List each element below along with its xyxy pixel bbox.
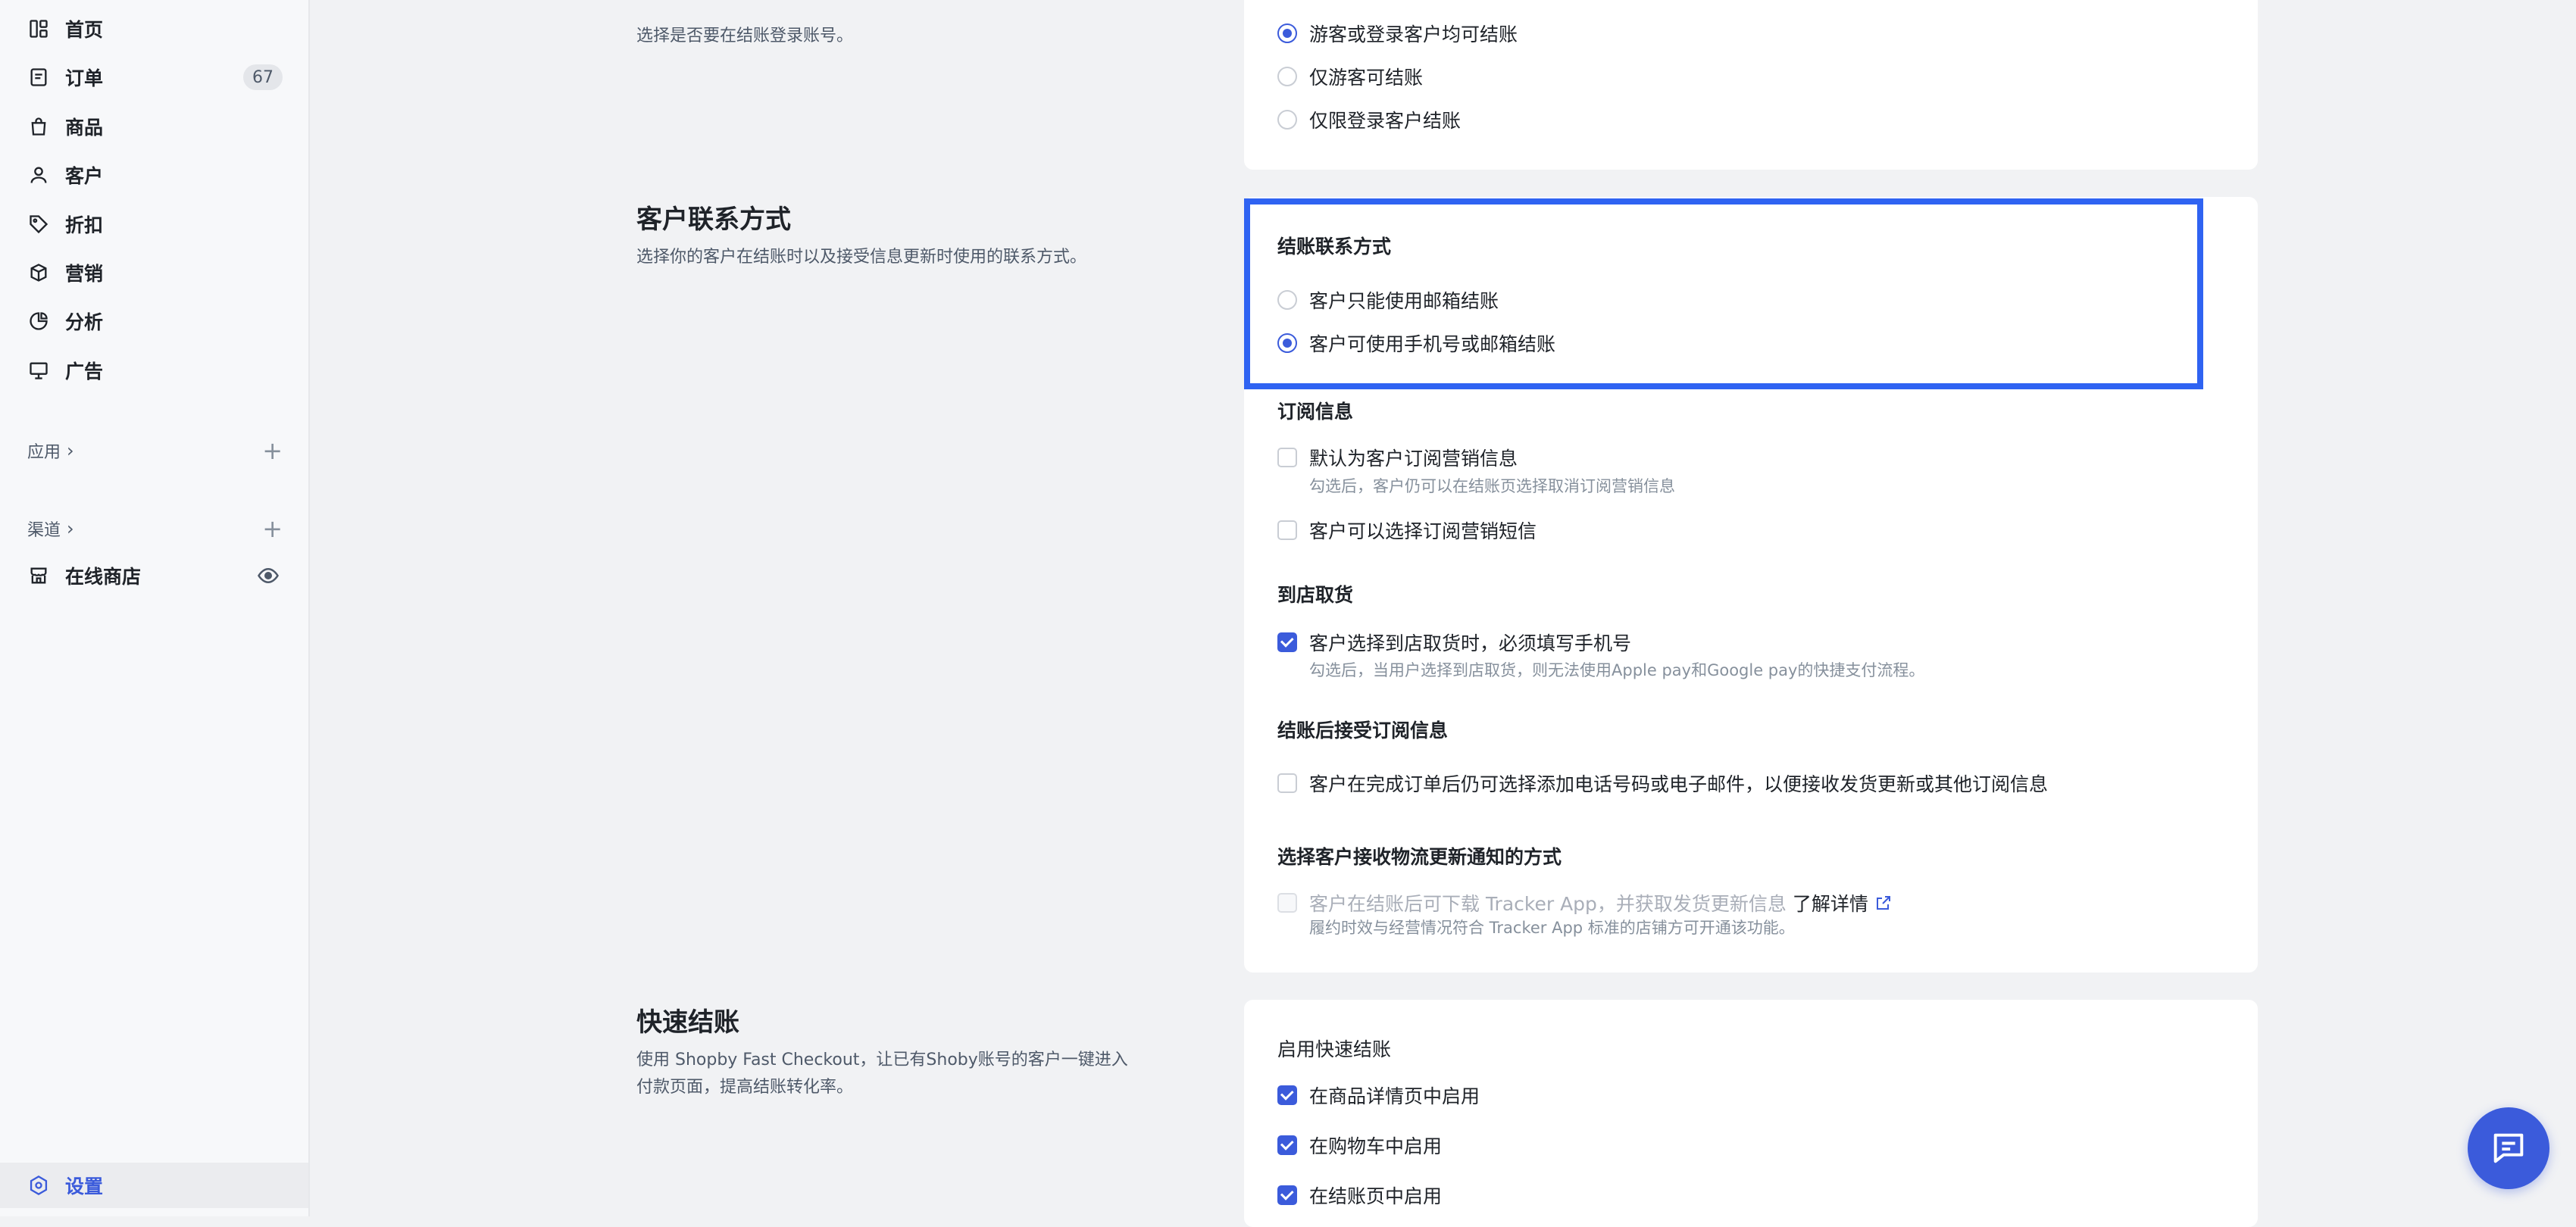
bag-icon bbox=[27, 115, 50, 138]
learn-more-link[interactable]: 了解详情 bbox=[1793, 889, 1893, 916]
home-icon bbox=[27, 17, 50, 40]
apps-section-toggle[interactable]: 应用 › bbox=[27, 439, 74, 463]
app-root: 首页 订单 67 商品 客户 折扣 营销 分析 广告 应用 › + 渠道 › +… bbox=[0, 0, 2576, 1227]
radio-button[interactable] bbox=[1277, 67, 1297, 86]
sidebar-item-online-store[interactable]: 在线商店 bbox=[0, 553, 310, 598]
sidebar-item-analytics[interactable]: 分析 bbox=[0, 298, 310, 344]
subscription-label: 订阅信息 bbox=[1277, 401, 1354, 423]
sidebar-item-discounts[interactable]: 折扣 bbox=[0, 201, 310, 247]
radio-button[interactable] bbox=[1277, 23, 1297, 43]
checkbox[interactable] bbox=[1277, 773, 1297, 793]
account-option-guest-only[interactable]: 仅游客可结账 bbox=[1277, 63, 1423, 90]
account-section-desc: 选择是否要在结账登录账号。 bbox=[636, 27, 854, 45]
sidebar-item-label: 订单 bbox=[65, 67, 104, 89]
chat-icon bbox=[2493, 1133, 2524, 1163]
fast-checkout-cart[interactable]: 在购物车中启用 bbox=[1277, 1132, 1442, 1159]
sidebar-item-marketing[interactable]: 营销 bbox=[0, 250, 310, 295]
sidebar-item-home[interactable]: 首页 bbox=[0, 6, 310, 52]
contact-section-title: 客户联系方式 bbox=[636, 204, 791, 235]
checkbox[interactable] bbox=[1277, 893, 1297, 913]
sidebar-item-label: 客户 bbox=[65, 165, 104, 187]
tag-icon bbox=[27, 213, 50, 236]
order-count-badge: 67 bbox=[243, 64, 283, 90]
contact-section-desc: 选择你的客户在结账时以及接受信息更新时使用的联系方式。 bbox=[636, 248, 1087, 267]
tracking-hint: 履约时效与经营情况符合 Tracker App 标准的店铺方可开通该功能。 bbox=[1309, 919, 1795, 937]
fast-checkout-checkout-page[interactable]: 在结账页中启用 bbox=[1277, 1182, 1442, 1209]
checkbox[interactable] bbox=[1277, 1085, 1297, 1105]
account-option-login-only[interactable]: 仅限登录客户结账 bbox=[1277, 106, 1461, 133]
order-icon bbox=[27, 66, 50, 89]
user-icon bbox=[27, 164, 50, 186]
sidebar-item-label: 广告 bbox=[65, 361, 104, 382]
sidebar-item-label: 商品 bbox=[65, 117, 104, 139]
checkbox[interactable] bbox=[1277, 520, 1297, 540]
pickup-label: 到店取货 bbox=[1277, 584, 1354, 606]
pickup-hint: 勾选后，当用户选择到店取货，则无法使用Apple pay和Google pay的… bbox=[1309, 661, 1925, 679]
apps-section-header: 应用 › + bbox=[27, 436, 283, 466]
fast-checkout-title: 快速结账 bbox=[636, 1007, 739, 1038]
settings-icon bbox=[27, 1174, 50, 1197]
eye-icon[interactable] bbox=[257, 564, 280, 590]
pie-chart-icon bbox=[27, 310, 50, 333]
store-icon bbox=[27, 564, 50, 587]
account-option-guest-or-login[interactable]: 游客或登录客户均可结账 bbox=[1277, 20, 1518, 47]
sidebar-item-products[interactable]: 商品 bbox=[0, 104, 310, 149]
radio-button[interactable] bbox=[1277, 110, 1297, 130]
external-link-icon bbox=[1876, 896, 1890, 910]
sidebar-item-label: 在线商店 bbox=[65, 566, 142, 588]
fast-checkout-desc: 使用 Shopby Fast Checkout，让已有Shoby账号的客户一键进… bbox=[636, 1051, 1128, 1097]
fast-checkout-product-page[interactable]: 在商品详情页中启用 bbox=[1277, 1082, 1480, 1109]
sidebar-item-label: 首页 bbox=[65, 19, 104, 41]
checkbox[interactable] bbox=[1277, 1185, 1297, 1205]
subscription-default-marketing[interactable]: 默认为客户订阅营销信息 bbox=[1277, 444, 1518, 471]
add-channel-icon[interactable]: + bbox=[262, 517, 283, 541]
sidebar-item-orders[interactable]: 订单 67 bbox=[0, 55, 310, 100]
checkbox[interactable] bbox=[1277, 632, 1297, 652]
sidebar-item-settings[interactable]: 设置 bbox=[0, 1163, 308, 1208]
sidebar: 首页 订单 67 商品 客户 折扣 营销 分析 广告 应用 › + 渠道 › +… bbox=[0, 0, 310, 1216]
sidebar-item-label: 设置 bbox=[65, 1175, 104, 1197]
sidebar-item-customers[interactable]: 客户 bbox=[0, 152, 310, 198]
sidebar-item-label: 营销 bbox=[65, 263, 104, 285]
post-checkout-label: 结账后接受订阅信息 bbox=[1277, 720, 1449, 742]
chevron-right-icon: › bbox=[67, 518, 74, 539]
fast-checkout-label: 启用快速结账 bbox=[1277, 1038, 1392, 1060]
checkbox[interactable] bbox=[1277, 1135, 1297, 1155]
sidebar-item-ads[interactable]: 广告 bbox=[0, 348, 310, 393]
channels-section-toggle[interactable]: 渠道 › bbox=[27, 517, 74, 541]
tracking-label: 选择客户接收物流更新通知的方式 bbox=[1277, 846, 1562, 868]
tracking-tracker-app[interactable]: 客户在结账后可下载 Tracker App，并获取发货更新信息 了解详情 bbox=[1277, 889, 1893, 916]
channels-section-header: 渠道 › + bbox=[27, 514, 283, 544]
sidebar-item-label: 折扣 bbox=[65, 214, 104, 236]
pickup-require-phone[interactable]: 客户选择到店取货时，必须填写手机号 bbox=[1277, 629, 1631, 656]
post-checkout-add-contact[interactable]: 客户在完成订单后仍可选择添加电话号码或电子邮件，以便接收发货更新或其他订阅信息 bbox=[1277, 770, 2048, 797]
add-app-icon[interactable]: + bbox=[262, 439, 283, 463]
chat-support-button[interactable] bbox=[2468, 1107, 2549, 1189]
highlight-box bbox=[1244, 198, 2203, 389]
subscription-hint: 勾选后，客户仍可以在结账页选择取消订阅营销信息 bbox=[1309, 477, 1675, 495]
sidebar-item-label: 分析 bbox=[65, 311, 104, 333]
box-icon bbox=[27, 261, 50, 284]
chevron-right-icon: › bbox=[67, 440, 74, 461]
ad-icon bbox=[27, 359, 50, 382]
checkbox[interactable] bbox=[1277, 448, 1297, 467]
subscription-sms[interactable]: 客户可以选择订阅营销短信 bbox=[1277, 517, 1537, 544]
